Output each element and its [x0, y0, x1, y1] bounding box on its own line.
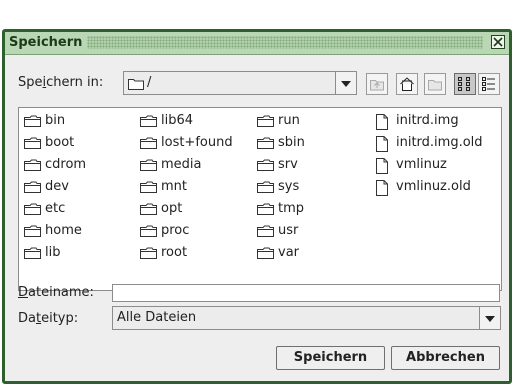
folder-icon	[140, 137, 157, 149]
folder-icon	[24, 181, 41, 193]
chevron-down-icon[interactable]	[479, 307, 500, 329]
list-view-button[interactable]	[454, 73, 476, 95]
lookin-value: /	[147, 75, 152, 90]
file-name: mnt	[161, 179, 187, 194]
filetype-combo[interactable]: Alle Dateien	[112, 306, 501, 330]
file-name: home	[45, 223, 82, 238]
file-name: etc	[45, 201, 66, 216]
file-list[interactable]: bin boot cdrom dev etc home lib lib64 lost+found…	[18, 107, 502, 291]
file-name: lost+found	[161, 135, 233, 150]
folder-icon	[24, 225, 41, 237]
file-name: lib	[45, 245, 61, 260]
chevron-down-icon[interactable]	[335, 72, 356, 94]
up-folder-button[interactable]	[366, 73, 388, 95]
lookin-label: Speichern in:	[18, 75, 104, 90]
details-view-icon	[482, 77, 495, 91]
folder-icon	[24, 159, 41, 171]
file-name: opt	[161, 201, 183, 216]
folder-icon	[257, 115, 274, 127]
file-name: usr	[278, 223, 299, 238]
file-name: srv	[278, 157, 298, 172]
file-name: media	[161, 157, 202, 172]
file-name: vmlinuz	[396, 157, 447, 172]
file-name: dev	[45, 179, 69, 194]
folder-icon	[128, 79, 144, 90]
file-icon	[376, 114, 388, 130]
folder-icon	[257, 225, 274, 237]
filetype-value: Alle Dateien	[117, 310, 197, 325]
filename-input[interactable]	[112, 284, 500, 302]
list-view-icon	[458, 77, 470, 91]
file-name: run	[278, 113, 300, 128]
folder-icon	[24, 203, 41, 215]
folder-icon	[140, 203, 157, 215]
title-bar[interactable]: Speichern	[5, 32, 509, 55]
folder-icon	[140, 181, 157, 193]
file-name: sys	[278, 179, 300, 194]
file-icon	[376, 158, 388, 174]
window-title: Speichern	[9, 35, 87, 50]
file-name: vmlinuz.old	[396, 179, 471, 194]
folder-icon	[24, 247, 41, 259]
close-button[interactable]	[491, 35, 505, 49]
filetype-label: Dateityp:	[18, 311, 79, 326]
file-name: cdrom	[45, 157, 87, 172]
up-folder-icon	[370, 80, 384, 91]
home-icon	[400, 77, 414, 91]
folder-icon	[140, 247, 157, 259]
folder-icon	[257, 203, 274, 215]
new-folder-icon	[428, 80, 442, 91]
file-name: sbin	[278, 135, 305, 150]
filename-label: Dateiname:	[18, 285, 94, 300]
file-icon	[376, 180, 388, 196]
file-icon	[376, 136, 388, 152]
folder-icon	[140, 115, 157, 127]
folder-icon	[257, 181, 274, 193]
file-name: tmp	[278, 201, 305, 216]
folder-icon	[140, 225, 157, 237]
close-icon	[493, 37, 503, 47]
lookin-combo[interactable]: /	[123, 71, 357, 95]
home-button[interactable]	[396, 73, 418, 95]
file-name: root	[161, 245, 188, 260]
cancel-button[interactable]: Abbrechen	[391, 346, 500, 370]
file-name: var	[278, 245, 300, 260]
folder-icon	[257, 137, 274, 149]
details-view-button[interactable]	[478, 73, 500, 95]
file-name: boot	[45, 135, 75, 150]
file-name: initrd.img	[396, 113, 459, 128]
file-name: lib64	[161, 113, 194, 128]
save-dialog: Speichern Speichern in: / bin boot cdrom…	[2, 29, 512, 384]
folder-icon	[24, 137, 41, 149]
folder-icon	[24, 115, 41, 127]
file-name: initrd.img.old	[396, 135, 483, 150]
folder-icon	[257, 247, 274, 259]
new-folder-button[interactable]	[424, 73, 446, 95]
folder-icon	[140, 159, 157, 171]
file-name: bin	[45, 113, 66, 128]
folder-icon	[257, 159, 274, 171]
save-button[interactable]: Speichern	[276, 346, 385, 370]
file-name: proc	[161, 223, 190, 238]
title-bar-grip	[87, 36, 483, 49]
